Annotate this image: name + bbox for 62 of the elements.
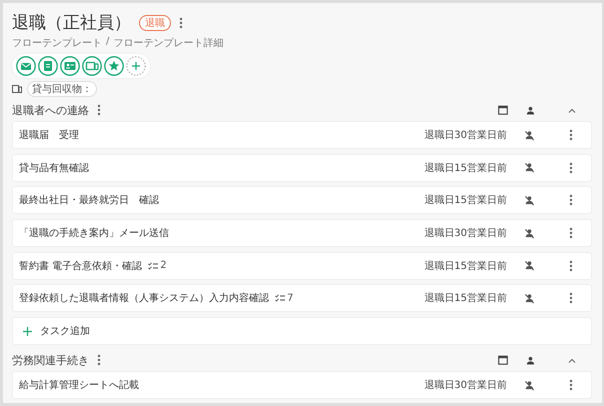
- section-title: 退職者への連絡: [12, 102, 89, 118]
- deadline-text: 退職日15営業日前: [423, 260, 507, 273]
- collapse-icon[interactable]: [568, 108, 576, 112]
- checklist-count: 2: [148, 260, 167, 272]
- calendar-icon[interactable]: [498, 105, 508, 115]
- status-badge: 退職: [139, 14, 171, 30]
- devices-icon: [12, 85, 22, 93]
- more-icon[interactable]: [97, 354, 101, 366]
- more-icon[interactable]: [569, 379, 573, 392]
- task-card[interactable]: 退職届 受理 退職日30営業日前: [12, 121, 592, 149]
- add-task-button[interactable]: タスク追加: [12, 317, 592, 346]
- more-icon[interactable]: [569, 129, 573, 141]
- mail-icon[interactable]: [16, 56, 36, 76]
- no-assignee-icon[interactable]: [524, 130, 534, 140]
- deadline-text: 退職日30営業日前: [423, 378, 507, 392]
- more-icon[interactable]: [569, 227, 573, 240]
- deadline-text: 退職日30営業日前: [423, 226, 507, 240]
- document-icon[interactable]: [38, 56, 58, 76]
- task-title: 給与計算管理シートへ記載: [19, 378, 139, 392]
- breadcrumb-separator: /: [106, 36, 110, 49]
- no-assignee-icon[interactable]: [524, 380, 534, 391]
- no-assignee-icon[interactable]: [524, 260, 534, 272]
- no-assignee-icon[interactable]: [524, 194, 534, 206]
- calendar-icon[interactable]: [498, 355, 508, 366]
- breadcrumb-link[interactable]: フローテンプレート: [12, 36, 102, 50]
- more-icon[interactable]: [179, 16, 183, 28]
- deadline-text: 退職日15営業日前: [423, 162, 507, 175]
- id-card-icon[interactable]: [60, 56, 80, 76]
- task-card[interactable]: 「退職の手続き案内」メール送信 退職日30営業日前: [12, 219, 592, 248]
- task-card[interactable]: 誓約書 電子合意依頼・確認 2 退職日15営業日前: [12, 252, 592, 280]
- section-title: 労務関連手続き: [12, 352, 89, 368]
- deadline-text: 退職日15営業日前: [423, 292, 507, 306]
- task-title: 貸与品有無確認: [19, 162, 89, 175]
- more-icon[interactable]: [569, 162, 573, 174]
- task-title: 登録依頼した退職者情報（人事システム）入力内容確認: [19, 292, 269, 306]
- more-icon[interactable]: [97, 104, 101, 116]
- task-card[interactable]: 最終出社日・最終就労日 確認 退職日15営業日前: [12, 186, 592, 214]
- task-title: 退職届 受理: [19, 128, 79, 142]
- more-icon[interactable]: [569, 194, 573, 206]
- collapse-icon[interactable]: [568, 358, 576, 363]
- add-icon[interactable]: [126, 56, 146, 76]
- person-icon[interactable]: [526, 106, 534, 114]
- deadline-text: 退職日30営業日前: [423, 128, 507, 142]
- task-card[interactable]: 貸与品有無確認 退職日15営業日前: [12, 154, 592, 182]
- task-card[interactable]: 給与計算管理シートへ記載 退職日30営業日前: [12, 371, 592, 400]
- page-title: 退職（正社員）: [12, 12, 131, 34]
- more-icon[interactable]: [569, 292, 573, 304]
- checklist-count: 7: [275, 292, 294, 304]
- more-icon[interactable]: [569, 260, 573, 272]
- task-title: 誓約書 電子合意依頼・確認: [19, 260, 142, 273]
- plus-icon: [23, 326, 32, 336]
- devices-icon[interactable]: [82, 56, 102, 76]
- tag-chip[interactable]: 貸与回収物：: [27, 81, 97, 97]
- breadcrumb-link[interactable]: フローテンプレート詳細: [113, 36, 224, 50]
- no-assignee-icon[interactable]: [524, 292, 534, 304]
- no-assignee-icon[interactable]: [524, 228, 534, 239]
- person-icon[interactable]: [526, 356, 534, 365]
- no-assignee-icon[interactable]: [524, 162, 534, 174]
- task-card[interactable]: 登録依頼した退職者情報（人事システム）入力内容確認 7 退職日15営業日前: [12, 284, 592, 312]
- deadline-text: 退職日15営業日前: [423, 194, 507, 208]
- task-title: 最終出社日・最終就労日 確認: [19, 194, 159, 208]
- task-title: 「退職の手続き案内」メール送信: [19, 226, 169, 240]
